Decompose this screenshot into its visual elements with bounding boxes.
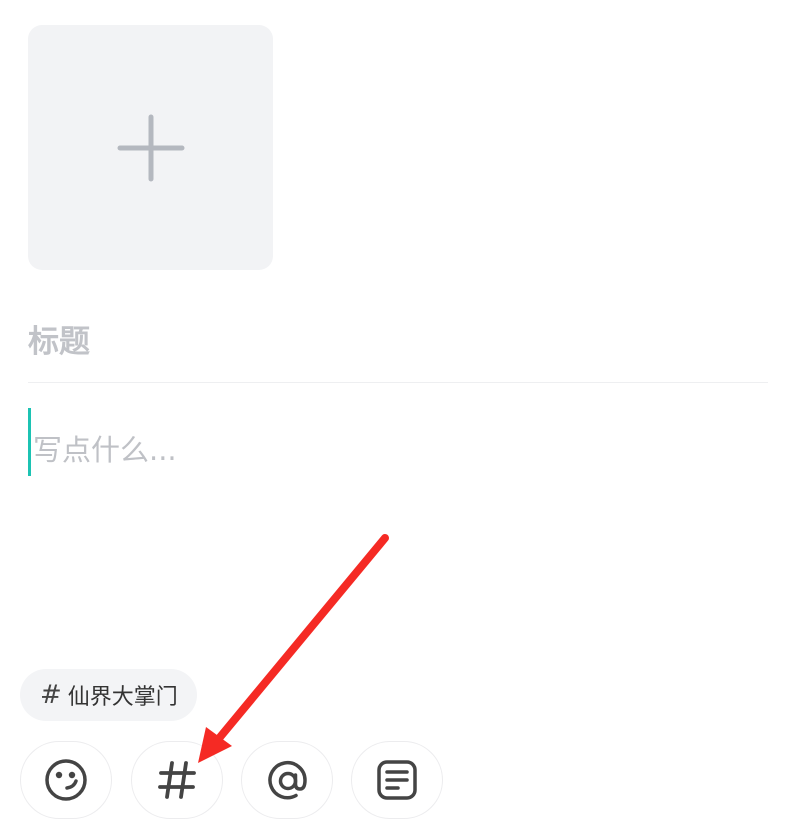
title-input[interactable] bbox=[28, 318, 768, 366]
emoji-button[interactable] bbox=[20, 741, 112, 819]
mention-button[interactable] bbox=[241, 741, 333, 819]
hashtag-icon bbox=[158, 761, 196, 799]
topic-label: 仙界大掌门 bbox=[67, 685, 178, 710]
article-button[interactable] bbox=[351, 741, 443, 819]
article-icon bbox=[377, 760, 417, 800]
text-caret bbox=[28, 408, 31, 476]
content-input[interactable] bbox=[33, 425, 763, 625]
plus-icon bbox=[117, 114, 184, 181]
add-image-button[interactable] bbox=[28, 25, 273, 270]
at-sign-icon bbox=[268, 760, 307, 800]
topic-hash-icon: # bbox=[40, 680, 62, 710]
title-divider bbox=[28, 382, 768, 383]
topic-button[interactable] bbox=[131, 741, 223, 819]
post-editor-page: # 仙界大掌门 bbox=[0, 0, 793, 837]
topic-chip[interactable]: # 仙界大掌门 bbox=[20, 669, 197, 721]
emoji-icon bbox=[45, 759, 87, 801]
